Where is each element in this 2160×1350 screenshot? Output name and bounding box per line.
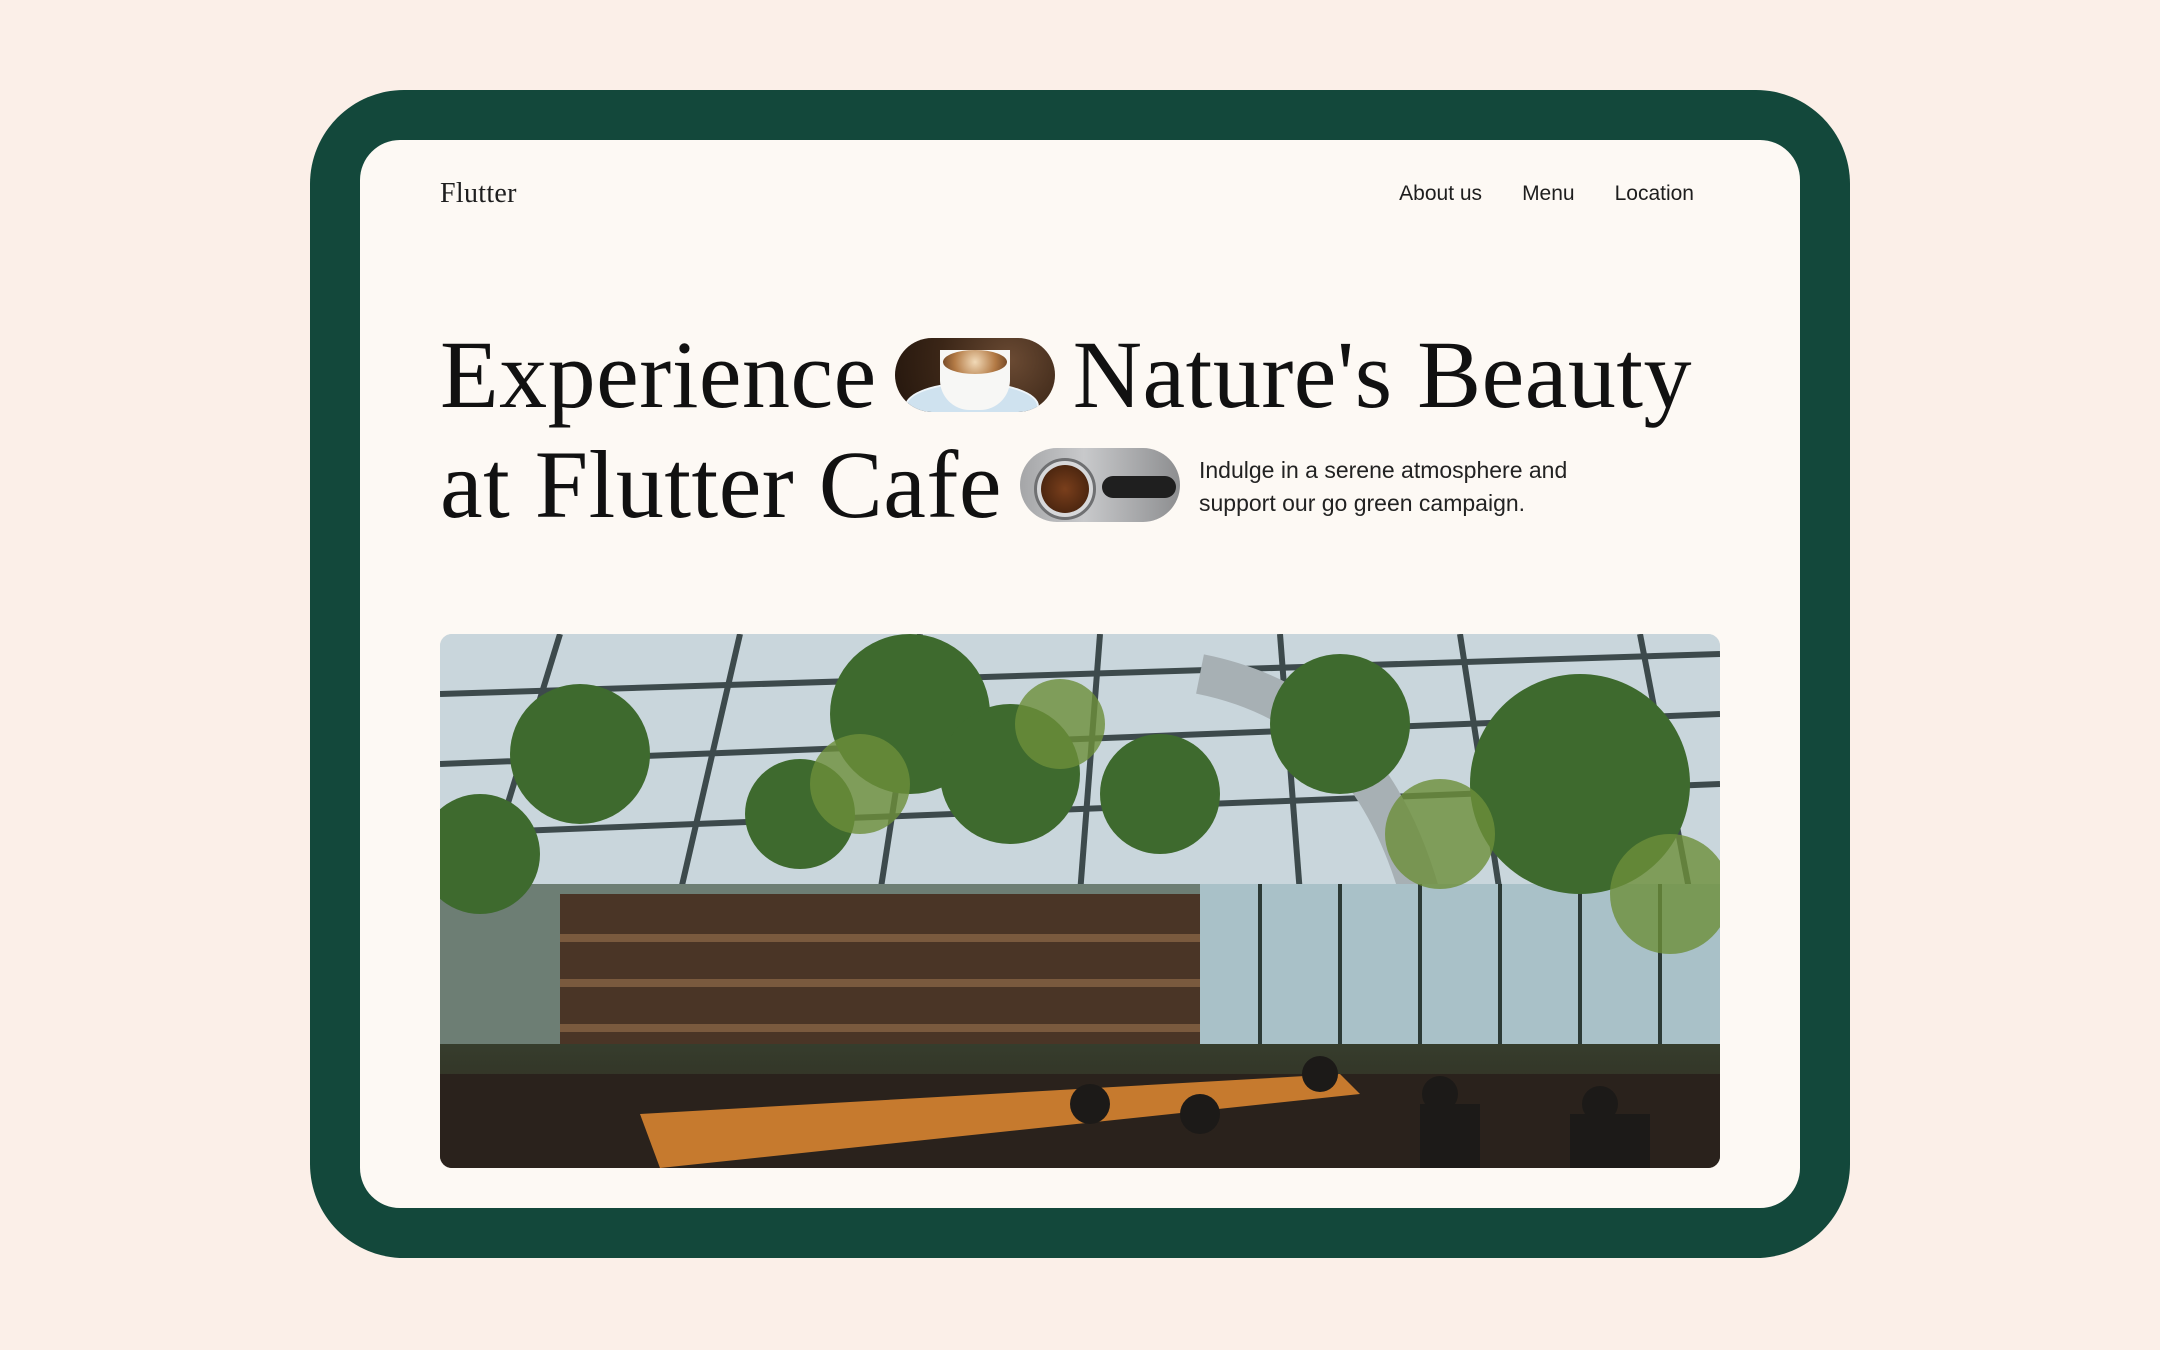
- nav-about-us[interactable]: About us: [1399, 182, 1482, 206]
- cafe-photo-illustration: [440, 634, 1720, 1168]
- headline-word-experience: Experience: [440, 321, 877, 428]
- coffee-cup-image: [894, 338, 1055, 412]
- portafilter-image: [1019, 448, 1180, 522]
- headline-at-flutter-cafe: at Flutter Cafe: [440, 431, 1002, 538]
- top-nav: About us Menu Location: [1399, 182, 1694, 206]
- headline-natures-beauty: Nature's Beauty: [1072, 321, 1692, 428]
- headline-line-1: Experience Nature's Beauty: [440, 320, 1692, 430]
- nav-location[interactable]: Location: [1615, 182, 1694, 206]
- cafe-interior-photo: [440, 634, 1720, 1168]
- nav-menu[interactable]: Menu: [1522, 182, 1575, 206]
- device-frame: Flutter About us Menu Location Experienc…: [310, 90, 1850, 1258]
- brand-logo[interactable]: Flutter: [440, 178, 517, 210]
- hero-tagline: Indulge in a serene atmosphere and suppo…: [1199, 457, 1568, 516]
- browser-screen: Flutter About us Menu Location Experienc…: [360, 140, 1800, 1208]
